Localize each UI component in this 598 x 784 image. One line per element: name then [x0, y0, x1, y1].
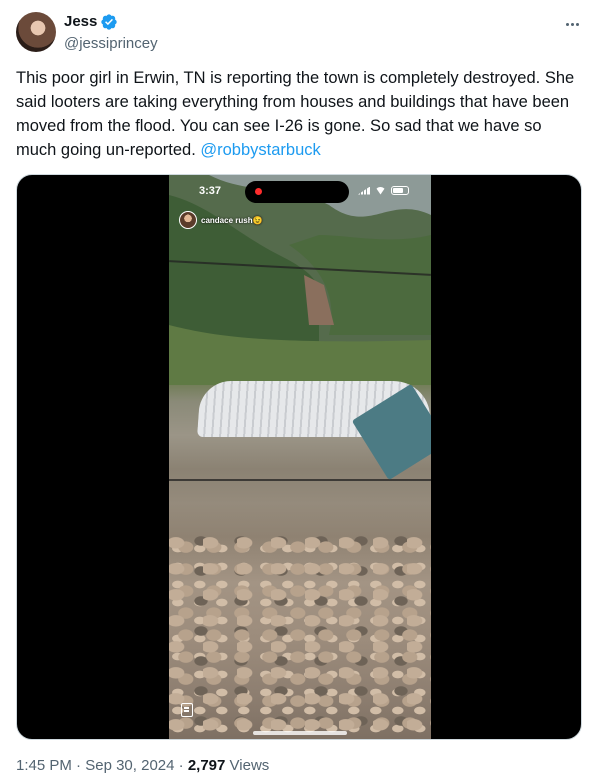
phone-status-time: 3:37: [199, 185, 222, 197]
wifi-icon: [375, 186, 386, 195]
video-media[interactable]: 3:37 candace rush😉: [16, 174, 582, 740]
meta-separator: ·: [76, 757, 82, 774]
more-dot: [575, 22, 579, 26]
meta-separator: ·: [178, 757, 184, 774]
tweet-date[interactable]: Sep 30, 2024: [85, 757, 174, 774]
chip-label: candace rush😉: [201, 215, 263, 225]
author-avatar[interactable]: [16, 12, 56, 52]
home-indicator: [253, 731, 347, 735]
more-dot: [570, 22, 574, 26]
tweet-metadata: 1:45 PM · Sep 30, 2024 · 2,797 Views: [16, 756, 269, 776]
tweet-text: This poor girl in Erwin, TN is reporting…: [16, 66, 584, 162]
views-label: Views: [229, 757, 270, 774]
author-handle[interactable]: @jessiprincey: [64, 34, 158, 54]
views-count: 2,797: [187, 757, 226, 774]
rubble-ground: [169, 535, 431, 739]
more-dot: [565, 22, 569, 26]
more-options-icon[interactable]: [562, 14, 582, 34]
signal-icon: [358, 186, 370, 195]
phone-status-icons: [358, 186, 409, 195]
verified-badge-icon: [101, 14, 118, 30]
live-user-chip: candace rush😉: [179, 211, 263, 229]
note-icon: [181, 703, 193, 717]
chip-avatar: [179, 211, 197, 229]
battery-icon: [391, 186, 409, 195]
author-display-name[interactable]: Jess: [64, 12, 97, 32]
power-line: [169, 479, 431, 481]
author-name-row: Jess: [64, 12, 118, 32]
record-dot-icon: [255, 188, 262, 195]
mention-link[interactable]: @robbystarbuck: [200, 141, 320, 159]
tweet-time[interactable]: 1:45 PM: [16, 757, 72, 774]
video-frame: 3:37 candace rush😉: [169, 175, 431, 739]
mountain-scene: [169, 175, 431, 385]
